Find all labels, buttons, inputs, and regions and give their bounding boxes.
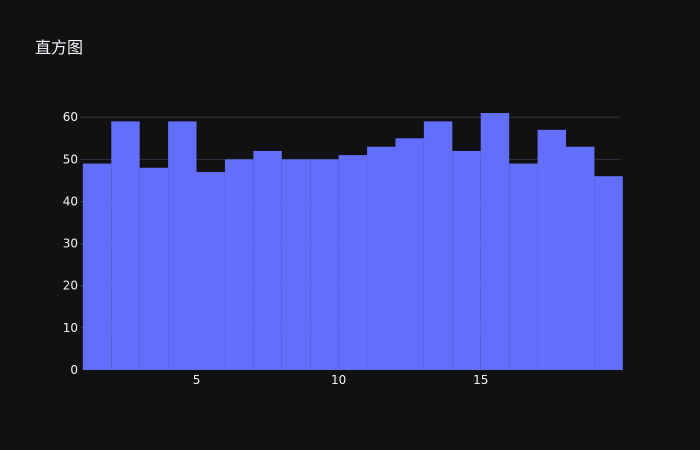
histogram-bar[interactable]	[139, 167, 169, 370]
x-tick-label: 10	[331, 373, 346, 387]
histogram-bar[interactable]	[509, 163, 538, 370]
histogram-bar[interactable]	[594, 176, 623, 370]
y-tick-label: 30	[63, 237, 78, 251]
histogram-bar[interactable]	[338, 155, 368, 370]
histogram-bar[interactable]	[452, 150, 481, 370]
histogram-bar[interactable]	[281, 159, 311, 370]
x-tick-label: 15	[473, 373, 488, 387]
y-tick-label: 10	[63, 321, 78, 335]
y-tick-label: 0	[70, 363, 78, 377]
histogram-bar[interactable]	[310, 159, 339, 370]
histogram-bar[interactable]	[82, 163, 112, 370]
histogram-bar[interactable]	[111, 121, 140, 370]
histogram-bar[interactable]	[395, 138, 424, 370]
histogram-bar[interactable]	[196, 171, 225, 370]
histogram-bar[interactable]	[566, 146, 595, 370]
histogram-bar[interactable]	[537, 129, 566, 370]
y-tick-label: 60	[63, 110, 78, 124]
histogram-bar[interactable]	[480, 113, 510, 370]
histogram-bar[interactable]	[423, 121, 453, 370]
histogram-bar[interactable]	[367, 146, 396, 370]
x-tick-labels: 5 10 15	[193, 373, 489, 387]
histogram-bar[interactable]	[224, 159, 254, 370]
chart-root: 直方图 0 10 20 30 40 50 60 5 10 15	[0, 0, 700, 450]
y-tick-label: 40	[63, 194, 78, 208]
y-tick-label: 50	[63, 152, 78, 166]
bars	[82, 113, 623, 370]
histogram-plot: 0 10 20 30 40 50 60 5 10 15	[63, 110, 623, 387]
x-tick-label: 5	[193, 373, 201, 387]
y-tick-label: 20	[63, 279, 78, 293]
y-tick-labels: 0 10 20 30 40 50 60	[63, 110, 78, 377]
histogram-bar[interactable]	[168, 121, 197, 370]
histogram-bar[interactable]	[253, 150, 282, 370]
